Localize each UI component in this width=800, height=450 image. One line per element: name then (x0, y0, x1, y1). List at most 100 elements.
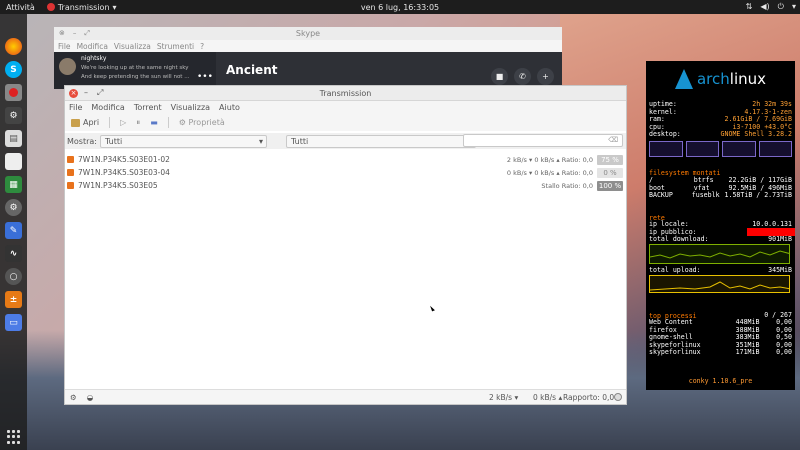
skype-contact-list[interactable]: nightsky We're looking up at the same ni… (54, 52, 216, 89)
cpu-graph-core-3 (722, 141, 756, 157)
arch-logo-text: archlinux (696, 70, 767, 88)
top-bar: Attività Transmission ▾ ven 6 lug, 16:33… (0, 0, 800, 14)
turtle-icon[interactable]: ◒ (87, 393, 94, 402)
open-icon (71, 118, 80, 127)
desktop-row: desktop: GNOME Shell 3.28.2 (649, 130, 792, 138)
filter-combo-activity[interactable]: Tutti ▾ (100, 134, 267, 148)
chat-title: Ancient (226, 63, 278, 77)
avatar (59, 58, 76, 75)
clear-icon[interactable]: ⌫ (608, 136, 618, 144)
menu-file[interactable]: File (69, 103, 82, 112)
text-editor-icon[interactable]: ✎ (5, 222, 22, 239)
transmission-icon[interactable] (5, 84, 22, 101)
spreadsheet-icon[interactable]: ▦ (5, 176, 22, 193)
add-person-icon[interactable]: + (537, 68, 554, 85)
app-menu-label: Transmission (57, 2, 110, 12)
skype-menu-help[interactable]: ? (200, 42, 204, 51)
open-button[interactable]: Apri (71, 118, 99, 127)
torrent-row[interactable]: 7W1N.P34K5.S03E01-02 2 kB/s ▾ 0 kB/s ▴ R… (67, 153, 625, 166)
cpu-graphs (649, 141, 792, 157)
message-preview-line-1: We're looking up at the same night sky (81, 65, 189, 71)
torrent-list[interactable]: 7W1N.P34K5.S03E01-02 2 kB/s ▾ 0 kB/s ▴ R… (65, 151, 626, 391)
gear-app-icon[interactable]: ⚙ (5, 107, 22, 124)
contact-name: nightsky (81, 55, 107, 62)
gear-icon[interactable]: ⚙ (70, 393, 77, 402)
fs-backup-row: BACKUP fuseblk 1.58TiB / 2.73TiB (649, 191, 792, 199)
menu-torrent[interactable]: Torrent (134, 103, 162, 112)
clock-container: ven 6 lug, 16:33:05 (0, 3, 800, 12)
torrent-row[interactable]: 7W1N.P34K5.S03E05 Stallo Ratio: 0,0 100 … (67, 179, 625, 192)
torrent-progress: 75 % (597, 154, 623, 165)
skype-menu-tools[interactable]: Strumenti (157, 42, 194, 51)
cpu-graph-core-4 (758, 141, 792, 157)
cpu-graph-core-1 (649, 141, 683, 157)
torrent-stats: Stallo Ratio: 0,0 (541, 181, 593, 190)
skype-window: ⊗ – ⤢ Skype File Modifica Visualizza Str… (54, 27, 562, 89)
phone-icon[interactable]: ✆ (514, 68, 531, 85)
screenshot-icon[interactable]: ▭ (5, 314, 22, 331)
dock: S ⚙ ▤ ▦ ⚙ ✎ ∿ ○ ± ▭ (0, 14, 27, 450)
remove-icon[interactable]: ▬ (150, 118, 158, 127)
properties-button[interactable]: ⚙ Proprietà (179, 118, 225, 127)
clock[interactable]: ven 6 lug, 16:33:05 (361, 3, 439, 12)
chevron-down-icon: ▾ (258, 136, 263, 146)
pause-icon[interactable]: ⏸ (136, 118, 140, 128)
calculator-icon[interactable]: ± (5, 291, 22, 308)
torrent-name: 7W1N.P34K5.S03E03-04 (78, 168, 170, 177)
filter-combo-tracker[interactable]: Tutti▾ (286, 134, 476, 148)
app-menu[interactable]: Transmission ▾ (46, 2, 117, 12)
files-icon[interactable] (5, 153, 22, 170)
process-row: skypeforlinux 171MiB 0,00 (649, 348, 792, 356)
settings-icon[interactable]: ⚙ (5, 199, 22, 216)
transmission-toolbar: Apri ▷ ⏸ ▬ ⚙ Proprietà (65, 114, 626, 131)
transmission-window: × – ⤢ Transmission File Modifica Torrent… (64, 85, 627, 405)
toolbar-separator (167, 117, 169, 128)
cpu-graph-core-2 (685, 141, 719, 157)
skype-menu-file[interactable]: File (58, 42, 71, 51)
skype-menubar: File Modifica Visualizza Strumenti ? (54, 40, 562, 52)
transmission-menubar: File Modifica Torrent Visualizza Aiuto (65, 101, 626, 114)
skype-window-title: Skype (295, 29, 321, 38)
menu-help[interactable]: Aiuto (219, 103, 240, 112)
firefox-icon[interactable] (5, 38, 22, 55)
system-tray[interactable]: ⇅ ◀) ⏻ ▾ (746, 2, 796, 12)
upload-graph (649, 275, 790, 293)
transmission-titlebar[interactable]: × – ⤢ Transmission (65, 86, 626, 101)
skype-menu-edit[interactable]: Modifica (77, 42, 108, 51)
torrent-progress: 100 % (597, 180, 623, 191)
torrent-name: 7W1N.P34K5.S03E01-02 (78, 155, 170, 164)
open-label: Apri (83, 118, 100, 127)
activities-button[interactable]: Attività (6, 3, 35, 12)
torrent-name: 7W1N.P34K5.S03E05 (78, 181, 158, 190)
play-icon[interactable]: ▷ (120, 118, 126, 127)
skype-icon[interactable]: S (5, 61, 22, 78)
chevron-down-icon: ▾ (112, 2, 117, 12)
more-options-icon[interactable]: ••• (197, 72, 213, 82)
skype-titlebar[interactable]: ⊗ – ⤢ Skype (54, 27, 562, 40)
folder-icon[interactable]: ▤ (5, 130, 22, 147)
chat-icon[interactable]: ○ (5, 268, 22, 285)
system-monitor-icon[interactable]: ∿ (5, 245, 22, 262)
search-input[interactable]: ⌫ (463, 134, 623, 147)
ratio[interactable]: Rapporto: 0,0 (563, 393, 614, 402)
message-preview-line-2: And keep pretending the sun will not ... (81, 74, 190, 80)
torrent-progress: 0 % (597, 167, 623, 178)
total-upload-row: total upload: 345MiB (649, 266, 792, 274)
conky-panel: archlinux uptime: 2h 32m 39s kernel: 4.17.… (646, 61, 795, 390)
file-icon (67, 156, 74, 163)
power-icon: ⏻ (777, 2, 784, 11)
video-call-icon[interactable]: ■ (491, 68, 508, 85)
arch-logo: archlinux (646, 61, 795, 97)
menu-view[interactable]: Visualizza (171, 103, 210, 112)
toolbar-separator (109, 117, 111, 128)
menu-edit[interactable]: Modifica (91, 103, 124, 112)
show-apps-icon[interactable] (6, 430, 21, 444)
arch-logo-icon (674, 69, 693, 89)
transmission-window-title: Transmission (319, 89, 372, 98)
torrent-row[interactable]: 7W1N.P34K5.S03E03-04 0 kB/s ▾ 0 kB/s ▴ R… (67, 166, 625, 179)
chat-actions: ■ ✆ + (491, 68, 554, 85)
file-icon (67, 182, 74, 189)
chevron-down-icon: ▾ (791, 2, 796, 11)
skype-menu-view[interactable]: Visualizza (114, 42, 151, 51)
status-bar: ⚙ ◒ 2 kB/s ▾ 0 kB/s ▴ Rapporto: 0,0 (65, 389, 626, 404)
